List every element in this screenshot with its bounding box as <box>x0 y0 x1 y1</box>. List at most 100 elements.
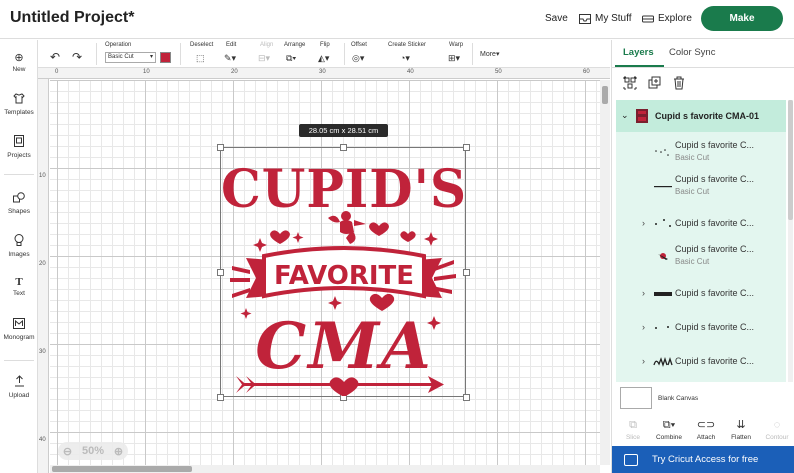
group-icon[interactable] <box>623 76 637 90</box>
layer-row[interactable]: Cupid s favorite C... Basic Cut <box>616 138 786 172</box>
layers-list: ⌄ Cupid s favorite CMA-01 Cupid s favori… <box>616 100 786 382</box>
my-stuff-button[interactable]: My Stuff <box>579 13 632 24</box>
scroll-thumb[interactable] <box>788 100 793 220</box>
chevron-down-icon[interactable]: ⌄ <box>621 110 629 121</box>
ruler-tick-label: 40 <box>39 437 46 443</box>
more-button[interactable]: More▾ <box>480 50 499 58</box>
layer-group-row[interactable]: ⌄ Cupid s favorite CMA-01 <box>616 100 786 132</box>
shapes-icon <box>0 192 38 206</box>
layer-thumbnail-icon <box>658 253 668 260</box>
zoom-in-icon[interactable]: ⊕ <box>114 445 123 458</box>
sidebar-item-projects[interactable]: Projects <box>0 135 38 159</box>
chevron-right-icon[interactable]: › <box>642 322 645 332</box>
redo-icon[interactable]: ↷ <box>72 50 82 64</box>
layer-name: Cupid s favorite C... <box>675 288 755 298</box>
ruler-tick-label: 0 <box>55 69 59 75</box>
zoom-out-icon[interactable]: ⊖ <box>63 445 72 458</box>
layer-name: Cupid s favorite C... <box>675 244 755 254</box>
ruler-tick-label: 20 <box>231 69 238 75</box>
flip-icon[interactable]: ◭▾ <box>318 53 329 64</box>
scroll-thumb[interactable] <box>602 86 608 104</box>
chevron-right-icon[interactable]: › <box>642 356 645 366</box>
offset-icon[interactable]: ◎▾ <box>352 53 364 64</box>
layer-row[interactable]: › Cupid s favorite C... <box>616 312 786 346</box>
align-icon[interactable]: ⊟▾ <box>258 53 270 64</box>
ruler-tick-label: 40 <box>407 69 414 75</box>
sidebar-item-new[interactable]: ⊕ New <box>0 52 38 73</box>
combine-icon: ⧉▾ <box>662 419 676 431</box>
project-title[interactable]: Untitled Project* <box>10 9 134 27</box>
layer-thumbnail-icon <box>655 326 669 329</box>
edit-toolbar: ↶ ↷ Operation Basic Cut ▾ Deselect ⬚ Edit… <box>38 40 610 68</box>
save-label: Save <box>545 13 568 24</box>
operation-color-swatch[interactable] <box>160 52 171 63</box>
combine-label: Combine <box>655 434 682 441</box>
arrange-label: Arrange <box>284 42 306 48</box>
deselect-icon[interactable]: ⬚ <box>196 53 205 64</box>
delete-icon[interactable] <box>672 76 686 90</box>
undo-icon[interactable]: ↶ <box>50 50 60 64</box>
explore-button[interactable]: Explore <box>642 13 692 24</box>
sidebar-item-label: Templates <box>4 109 34 116</box>
tab-color-sync[interactable]: Color Sync <box>669 47 715 58</box>
layer-thumbnail-icon <box>653 356 673 368</box>
layer-operation: Basic Cut <box>675 257 710 266</box>
flip-label: Flip <box>320 42 330 48</box>
toolbar-divider <box>96 43 97 65</box>
layer-row[interactable]: › Cupid s favorite C... <box>616 206 786 242</box>
sidebar-item-images[interactable]: Images <box>0 234 38 258</box>
sticker-icon[interactable]: ◔▾ <box>400 53 410 64</box>
ruler-tick-label: 30 <box>319 69 326 75</box>
sidebar-item-shapes[interactable]: Shapes <box>0 192 38 215</box>
blank-canvas-label: Blank Canvas <box>658 395 699 402</box>
inbox-icon <box>579 13 591 24</box>
ruler-tick-label: 10 <box>143 69 150 75</box>
duplicate-icon[interactable] <box>648 76 662 90</box>
chevron-right-icon[interactable]: › <box>642 218 645 228</box>
layer-thumbnail-icon <box>654 292 672 296</box>
flatten-button[interactable]: ⇊ Flatten <box>724 418 758 441</box>
sidebar-item-text[interactable]: T Text <box>0 276 38 297</box>
canvas-horizontal-scrollbar[interactable] <box>50 465 600 473</box>
design-line-favorite: FAVORITE <box>274 261 414 291</box>
chevron-right-icon[interactable]: › <box>642 288 645 298</box>
edit-label: Edit <box>226 42 237 48</box>
cupid-design-artwork[interactable]: CUPID'S FAVORITE CMA <box>222 148 466 396</box>
group-thumbnail-icon <box>636 109 648 123</box>
make-button[interactable]: Make <box>701 6 783 31</box>
edit-pen-icon[interactable]: ✎▾ <box>224 53 236 64</box>
sidebar-item-templates[interactable]: Templates <box>0 93 38 116</box>
layers-scrollbar[interactable] <box>788 100 793 382</box>
sidebar-item-label: Images <box>8 251 30 258</box>
layer-row[interactable]: › Cupid s favorite C... <box>616 346 786 380</box>
arrange-icon[interactable]: ⧉▾ <box>286 53 296 64</box>
layer-row[interactable]: Cupid s favorite C... Basic Cut <box>616 172 786 206</box>
sparkle-icon <box>292 232 304 243</box>
lightbulb-icon <box>0 234 38 249</box>
save-button[interactable]: Save <box>545 13 568 24</box>
attach-label: Attach <box>696 434 716 441</box>
ruler-tick-label: 50 <box>495 69 502 75</box>
tab-layers[interactable]: Layers <box>623 47 654 58</box>
canvas-vertical-scrollbar[interactable] <box>600 80 610 465</box>
blank-canvas-swatch[interactable] <box>620 387 652 409</box>
cricut-access-banner[interactable]: Try Cricut Access for free <box>612 446 794 473</box>
layer-thumbnail-icon <box>655 149 669 156</box>
slice-button[interactable]: ⧉ Slice <box>616 418 650 441</box>
sparkle-icon <box>328 296 342 310</box>
sidebar-item-monogram[interactable]: Monogram <box>0 318 38 341</box>
layer-row[interactable]: Cupid s favorite C... Basic Cut <box>616 242 786 276</box>
combine-button[interactable]: ⧉▾ Combine <box>652 418 686 441</box>
align-label: Align <box>260 42 274 48</box>
sparkle-icon <box>240 308 252 319</box>
warp-icon[interactable]: ⊞▾ <box>448 53 460 64</box>
more-label: More <box>480 51 496 58</box>
layer-thumbnail-icon <box>655 219 671 227</box>
operation-select[interactable]: Basic Cut ▾ <box>105 52 156 63</box>
scroll-thumb[interactable] <box>52 466 192 472</box>
attach-button[interactable]: ⊂⊃ Attach <box>689 418 723 441</box>
contour-button[interactable]: ◌ Contour <box>760 418 794 441</box>
my-stuff-label: My Stuff <box>595 13 632 24</box>
layer-row[interactable]: › Cupid s favorite C... <box>616 276 786 312</box>
sidebar-item-upload[interactable]: Upload <box>0 375 38 399</box>
